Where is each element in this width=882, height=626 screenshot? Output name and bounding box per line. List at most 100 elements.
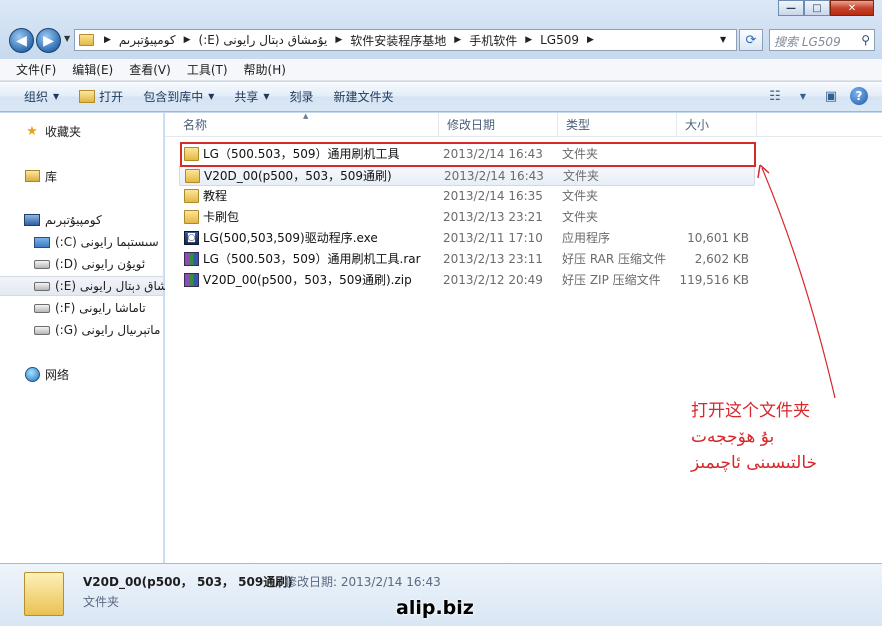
help-icon[interactable]: ? [850, 87, 868, 105]
sidebar-item-favorites[interactable]: ★ 收藏夹 [24, 121, 81, 141]
folder-icon [184, 210, 199, 224]
search-icon[interactable]: ⚲ [861, 33, 870, 47]
breadcrumb-separator-icon[interactable]: ▶ [99, 35, 116, 45]
breadcrumb-lg509[interactable]: LG509 [537, 30, 582, 50]
chevron-down-icon: ▼ [263, 92, 270, 101]
details-modified: 修改日期: 2013/2/14 16:43 [285, 573, 441, 590]
column-date[interactable]: 修改日期 [439, 113, 558, 137]
column-type[interactable]: 类型 [558, 113, 677, 137]
organize-button[interactable]: 组织 ▼ [14, 85, 69, 109]
sidebar-label: 库 [45, 169, 58, 184]
refresh-button[interactable]: ⟳ [739, 29, 763, 51]
column-size[interactable]: 大小 [677, 113, 757, 137]
caption-buttons: — □ ✕ [778, 0, 874, 16]
refresh-icon: ⟳ [745, 32, 757, 48]
include-library-label: 包含到库中 [143, 90, 204, 104]
details-modified-label: 修改日期: [285, 575, 338, 589]
drive-icon [34, 301, 50, 315]
search-placeholder: 搜索 LG509 [774, 35, 841, 49]
navigation-row: ◀ ▶ ▼ ▶ كومپيۇتېرىم ▶ يۇمشاق دېتال رايون… [0, 26, 882, 54]
file-date: 2013/2/14 16:43 [444, 169, 544, 183]
breadcrumb-separator-icon[interactable]: ▶ [449, 35, 466, 45]
search-input[interactable]: 搜索 LG509 ⚲ [769, 29, 875, 51]
computer-icon [24, 213, 40, 227]
command-bar: 组织 ▼ 打开 包含到库中 ▼ 共享 ▼ 刻录 新建文件夹 ☷ ▼ ▣ ? [0, 82, 882, 112]
file-name: LG（500.503，509）通用刷机工具.rar [203, 252, 421, 266]
open-folder-icon [79, 90, 96, 103]
menu-file[interactable]: 文件(F) [8, 61, 64, 78]
file-row[interactable]: LG（500.503，509）通用刷机工具.rar 2013/2/13 23:1… [179, 249, 755, 270]
file-row[interactable]: 教程 2013/2/14 16:35 文件夹 [179, 186, 755, 207]
application-icon: ◙ [184, 231, 199, 245]
file-date: 2013/2/13 23:21 [443, 210, 543, 224]
menu-help[interactable]: 帮助(H) [236, 61, 294, 78]
sidebar-item-network[interactable]: 网络 [24, 364, 69, 384]
menu-edit[interactable]: 编辑(E) [64, 61, 121, 78]
breadcrumb-mobile-software[interactable]: 手机软件 [466, 30, 520, 50]
close-button[interactable]: ✕ [830, 0, 874, 16]
forward-button[interactable]: ▶ [36, 28, 61, 53]
new-folder-button[interactable]: 新建文件夹 [324, 85, 404, 109]
drive-icon [34, 323, 50, 337]
recent-pages-dropdown-icon[interactable]: ▼ [64, 34, 70, 43]
sidebar-label: ماتېرىيال رايونى (G:) [55, 323, 161, 337]
annotation-line: 打开这个文件夹 [691, 401, 810, 421]
breadcrumb-separator-icon[interactable]: ▶ [582, 35, 599, 45]
back-button[interactable]: ◀ [9, 28, 34, 53]
open-button[interactable]: 打开 [69, 85, 133, 109]
file-size [659, 207, 749, 228]
folder-icon [184, 189, 199, 203]
file-row[interactable]: 卡刷包 2013/2/13 23:21 文件夹 [179, 207, 755, 228]
folder-icon [79, 34, 94, 46]
view-options-icon[interactable]: ☷ [766, 87, 784, 105]
sidebar-item-libraries[interactable]: 库 [24, 166, 57, 186]
column-name[interactable]: 名称 [175, 113, 439, 137]
rar-archive-icon [184, 252, 199, 266]
annotation-line: بۇ ھۆججەت [691, 427, 775, 447]
preview-pane-icon[interactable]: ▣ [822, 87, 840, 105]
breadcrumb-separator-icon[interactable]: ▶ [179, 35, 196, 45]
sidebar-item-drive-e[interactable]: يۇمشاق دېتال رايونى (E:) [0, 276, 184, 296]
address-bar[interactable]: ▶ كومپيۇتېرىم ▶ يۇمشاق دېتال رايونى (E:)… [74, 29, 737, 51]
burn-button[interactable]: 刻录 [280, 85, 324, 109]
sidebar-item-drive-g[interactable]: ماتېرىيال رايونى (G:) [34, 320, 160, 340]
breadcrumb-software-base[interactable]: 软件安装程序基地 [347, 30, 449, 50]
sidebar-label: كومپيۇتېرىم [45, 213, 102, 227]
sidebar-label: 收藏夹 [45, 124, 82, 139]
address-history-dropdown-icon[interactable]: ▼ [720, 35, 726, 44]
watermark: alip.biz [396, 597, 474, 619]
menu-view[interactable]: 查看(V) [121, 61, 179, 78]
details-name: V20D_00(p500， 503， 509通刷) [83, 575, 293, 589]
highlight-box [180, 142, 756, 167]
chevron-down-icon: ▼ [53, 92, 60, 101]
view-dropdown-icon[interactable]: ▼ [794, 87, 812, 105]
minimize-button[interactable]: — [778, 0, 804, 16]
new-folder-label: 新建文件夹 [333, 90, 394, 104]
menu-tools[interactable]: 工具(T) [179, 61, 236, 78]
file-date: 2013/2/13 23:11 [443, 252, 543, 266]
breadcrumb-drive-e[interactable]: يۇمشاق دېتال رايونى (E:) [196, 30, 331, 50]
breadcrumb-separator-icon[interactable]: ▶ [330, 35, 347, 45]
drive-icon [34, 257, 50, 271]
file-row[interactable]: V20D_00(p500，503，509通刷).zip 2013/2/12 20… [179, 270, 755, 291]
sidebar-item-drive-d[interactable]: ئويۇن رايونى (D:) [34, 254, 145, 274]
file-row[interactable]: V20D_00(p500，503，509通刷) 2013/2/14 16:43 … [179, 165, 755, 186]
sidebar-item-computer[interactable]: كومپيۇتېرىم [24, 210, 102, 230]
file-row[interactable]: ◙ LG(500,503,509)驱动程序.exe 2013/2/11 17:1… [179, 228, 755, 249]
share-button[interactable]: 共享 ▼ [224, 85, 279, 109]
sidebar-item-drive-c[interactable]: سىستېما رايونى (C:) [34, 232, 159, 252]
zip-archive-icon [184, 273, 199, 287]
maximize-button[interactable]: □ [804, 0, 830, 16]
system-drive-icon [34, 235, 50, 249]
sidebar-label: تاماشا رايونى (F:) [55, 301, 146, 315]
include-in-library-button[interactable]: 包含到库中 ▼ [133, 85, 224, 109]
sidebar-item-drive-f[interactable]: تاماشا رايونى (F:) [34, 298, 146, 318]
menu-bar: 文件(F) 编辑(E) 查看(V) 工具(T) 帮助(H) [0, 59, 882, 81]
sidebar-label: 网络 [45, 367, 70, 382]
sidebar-label: ئويۇن رايونى (D:) [55, 257, 146, 271]
details-type: 文件夹 [83, 595, 120, 609]
breadcrumb-computer[interactable]: كومپيۇتېرىم [116, 30, 179, 50]
breadcrumb-separator-icon[interactable]: ▶ [520, 35, 537, 45]
file-size [659, 186, 749, 207]
file-size: 2,602 KB [694, 252, 749, 266]
